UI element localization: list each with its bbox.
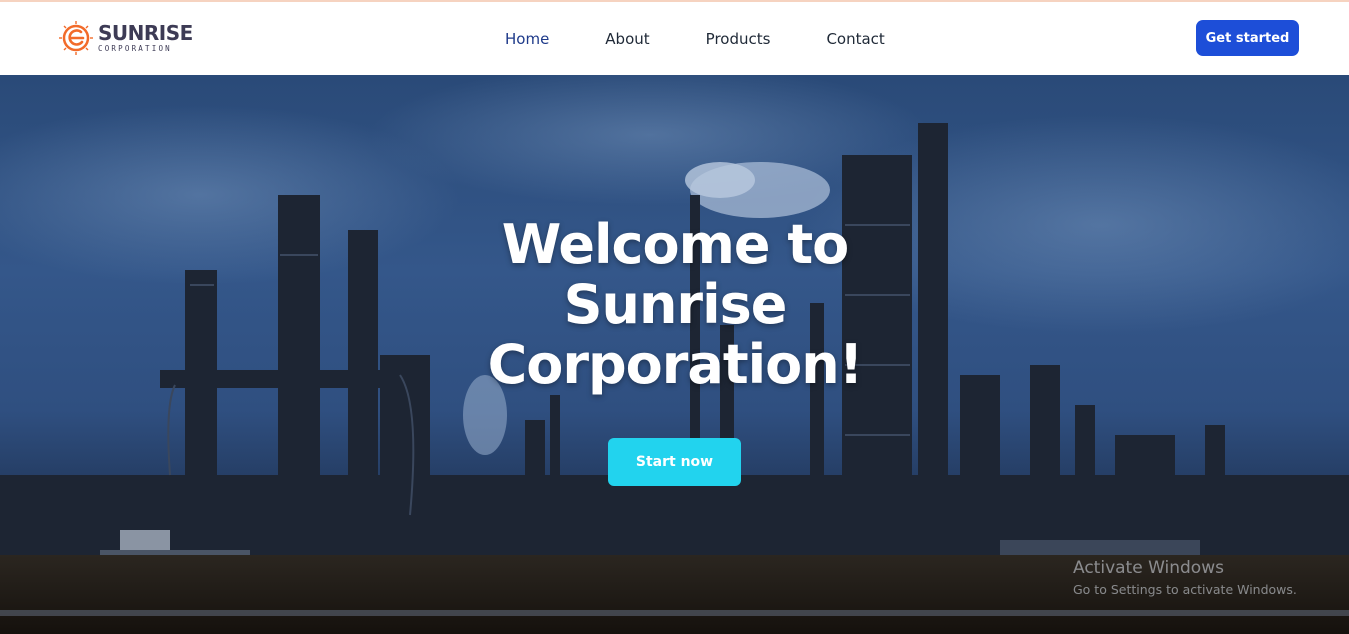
sun-logo-icon: [59, 21, 93, 55]
nav-products[interactable]: Products: [706, 30, 771, 48]
nav-contact[interactable]: Contact: [826, 30, 884, 48]
start-now-button[interactable]: Start now: [608, 438, 741, 486]
brand-tagline: CORPORATION: [98, 44, 172, 54]
watermark-title: Activate Windows: [1073, 558, 1224, 578]
brand-name: SUNRISE: [98, 21, 193, 46]
windows-activation-watermark: Activate Windows Go to Settings to activ…: [1073, 558, 1297, 597]
hero-title: Welcome to Sunrise Corporation!: [487, 213, 864, 396]
watermark-subtitle: Go to Settings to activate Windows.: [1073, 582, 1297, 597]
site-header: SUNRISE CORPORATION Home About Products …: [0, 2, 1349, 75]
nav-home[interactable]: Home: [505, 30, 549, 48]
get-started-button[interactable]: Get started: [1196, 20, 1299, 56]
nav-about[interactable]: About: [605, 30, 649, 48]
brand-logo[interactable]: SUNRISE CORPORATION: [58, 20, 193, 56]
hero-section: Welcome to Sunrise Corporation! Start no…: [0, 75, 1349, 634]
main-nav: Home About Products Contact: [505, 2, 941, 75]
